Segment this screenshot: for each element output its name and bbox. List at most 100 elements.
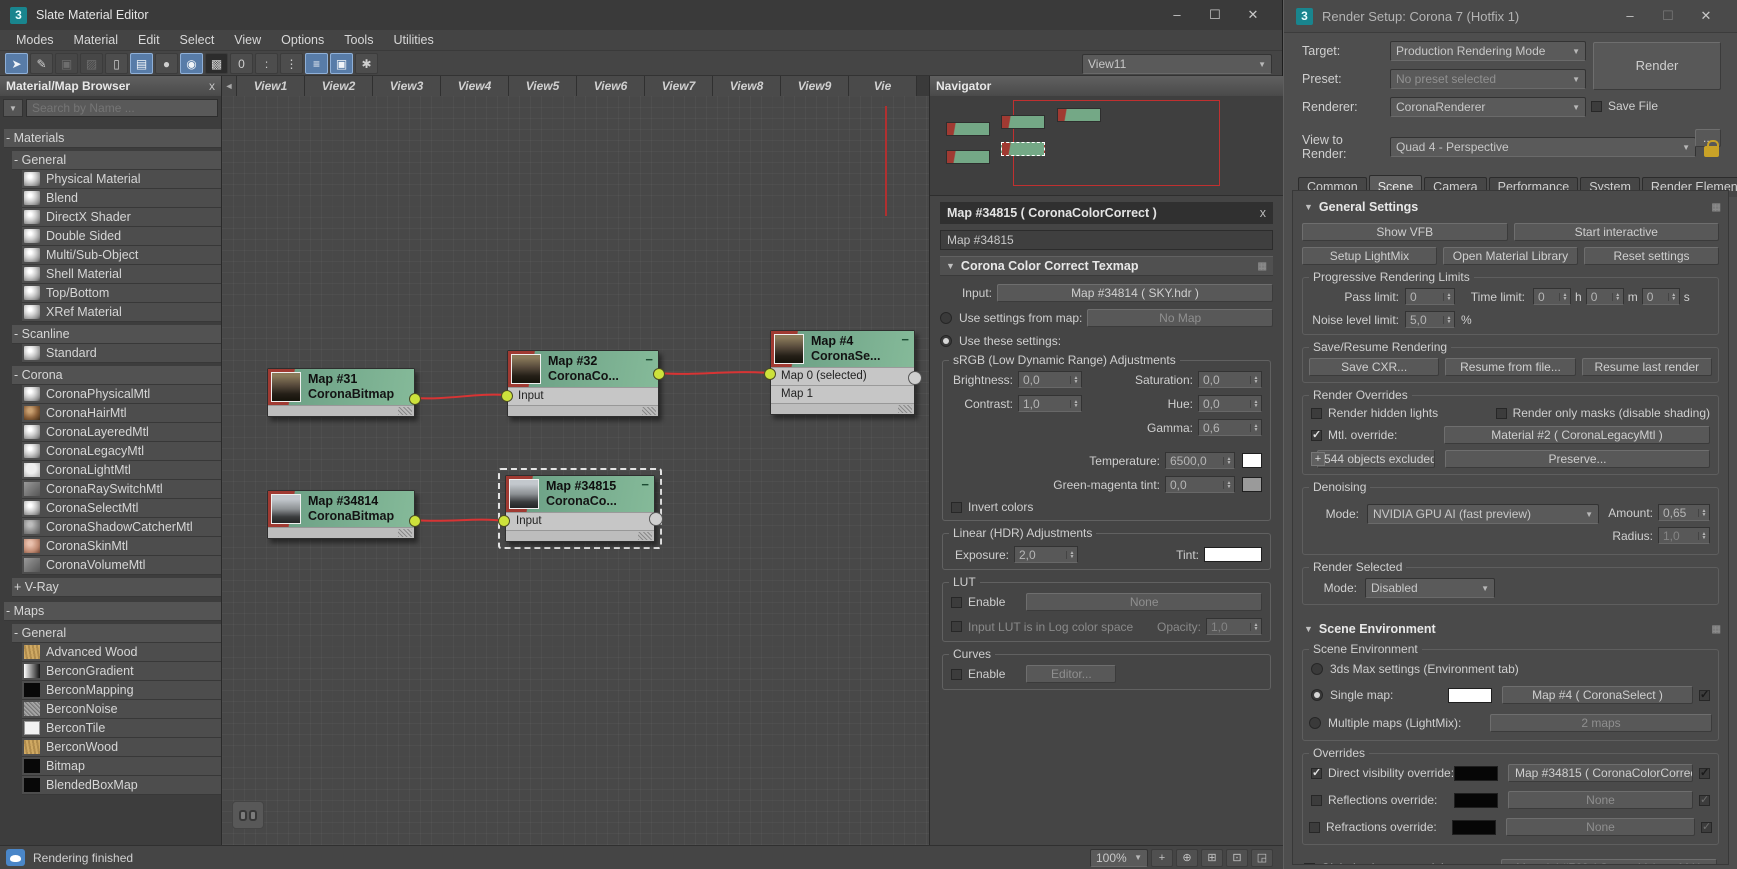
start-interactive-button[interactable]: Start interactive: [1514, 223, 1720, 241]
material-list-icon[interactable]: ≡: [305, 53, 328, 74]
node-map-34814[interactable]: Map #34814 CoronaBitmap: [267, 490, 415, 539]
render-preview-icon[interactable]: ✱: [355, 53, 378, 74]
resume-last-render-button[interactable]: Resume last render: [1582, 358, 1712, 376]
menu-item[interactable]: Edit: [128, 33, 170, 47]
pick-material-icon[interactable]: ✎: [30, 53, 53, 74]
single-map-color-swatch[interactable]: [1448, 688, 1492, 703]
contrast-field[interactable]: 1,0▲▼: [1018, 395, 1082, 412]
slate-titlebar[interactable]: 3 Slate Material Editor – ☐ ✕: [0, 0, 1282, 30]
menu-item[interactable]: Modes: [6, 33, 64, 47]
list-item[interactable]: BerconNoise: [22, 700, 221, 719]
list-item[interactable]: CoronaSkinMtl: [22, 537, 221, 556]
zoom-icon[interactable]: ⊕: [1176, 849, 1198, 867]
list-item[interactable]: BlendedBoxMap: [22, 776, 221, 795]
list-item[interactable]: - Corona: [12, 366, 221, 385]
navigator-header[interactable]: Navigator: [930, 76, 1283, 96]
refractions-override-swatch[interactable]: [1452, 820, 1496, 835]
preserve-button[interactable]: Preserve...: [1445, 450, 1710, 468]
list-item[interactable]: DirectX Shader: [22, 208, 221, 227]
view-tab[interactable]: View7: [645, 76, 713, 96]
maximize-icon[interactable]: ☐: [1196, 3, 1234, 27]
setup-lightmix-button[interactable]: Setup LightMix: [1302, 247, 1437, 265]
list-item[interactable]: - Scanline: [12, 325, 221, 344]
open-material-library-button[interactable]: Open Material Library: [1443, 247, 1578, 265]
render-setup-titlebar[interactable]: 3 Render Setup: Corona 7 (Hotfix 1) – ☐ …: [1284, 0, 1737, 33]
list-item[interactable]: CoronaHairMtl: [22, 404, 221, 423]
node-map-34815[interactable]: Map #34815 CoronaCo... − Input: [505, 475, 655, 542]
view-tab[interactable]: View6: [577, 76, 645, 96]
node-header[interactable]: Map #32 CoronaCo... −: [508, 351, 658, 387]
time-limit-h-field[interactable]: 0▲▼: [1533, 288, 1571, 305]
multiple-maps-radio[interactable]: [1309, 717, 1321, 729]
lock-icon[interactable]: [1704, 146, 1719, 157]
save-file-checkbox[interactable]: [1591, 101, 1602, 112]
curves-editor-button[interactable]: Editor...: [1026, 665, 1116, 683]
navigator-thumb[interactable]: [946, 122, 990, 136]
active-view-selector[interactable]: View11 ▼: [1082, 54, 1272, 74]
menu-item[interactable]: Tools: [334, 33, 383, 47]
navigator-minimap[interactable]: [930, 96, 1283, 195]
zoom-region-icon[interactable]: ⊞: [1201, 849, 1223, 867]
input-socket[interactable]: [498, 515, 510, 527]
list-item[interactable]: Multi/Sub-Object: [22, 246, 221, 265]
refractions-toggle-checkbox[interactable]: [1701, 822, 1712, 833]
output-socket[interactable]: [409, 515, 421, 527]
mtl-override-checkbox[interactable]: [1311, 430, 1322, 441]
zoom-extents-selected-icon[interactable]: ◲: [1251, 849, 1273, 867]
list-item[interactable]: - Materials: [4, 129, 221, 148]
time-limit-m-field[interactable]: 0▲▼: [1586, 288, 1624, 305]
list-item[interactable]: CoronaLayeredMtl: [22, 423, 221, 442]
refractions-override-button[interactable]: None: [1506, 818, 1695, 836]
list-item[interactable]: CoronaShadowCatcherMtl: [22, 518, 221, 537]
list-item[interactable]: BerconTile: [22, 719, 221, 738]
output-socket[interactable]: [409, 393, 421, 405]
tint-color-swatch[interactable]: [1204, 547, 1262, 562]
node-map-4[interactable]: Map #4 CoronaSe... − Map 0 (selected) Ma…: [770, 330, 915, 415]
navigator-thumb[interactable]: [1001, 115, 1045, 129]
multiple-maps-button[interactable]: 2 maps: [1490, 714, 1712, 732]
browser-header[interactable]: Material/Map Browser x: [0, 76, 221, 96]
reset-settings-button[interactable]: Reset settings: [1584, 247, 1719, 265]
lut-enable-checkbox[interactable]: [951, 597, 962, 608]
view-tab[interactable]: View3: [373, 76, 441, 96]
navigator-thumb[interactable]: [946, 150, 990, 164]
node-map-32[interactable]: Map #32 CoronaCo... − Input: [507, 350, 659, 417]
saturation-field[interactable]: 0,0▲▼: [1198, 371, 1262, 388]
pan-hand-icon[interactable]: +: [1151, 849, 1173, 867]
collapse-node-icon[interactable]: −: [645, 352, 653, 367]
list-item[interactable]: - General: [12, 624, 221, 643]
preview-window-icon[interactable]: ▣: [330, 53, 353, 74]
list-item[interactable]: Advanced Wood: [22, 643, 221, 662]
select-arrow-icon[interactable]: ➤: [5, 53, 28, 74]
collapse-node-icon[interactable]: −: [901, 332, 909, 347]
expand-excluded-icon[interactable]: +: [1311, 452, 1325, 466]
clone-icon[interactable]: ▣: [55, 53, 78, 74]
minimize-icon[interactable]: –: [1158, 3, 1196, 27]
input-slot[interactable]: Input: [506, 512, 654, 530]
direct-visibility-checkbox[interactable]: [1311, 768, 1322, 779]
opacity-field[interactable]: 1,0▲▼: [1206, 618, 1262, 635]
view-tab[interactable]: View8: [713, 76, 781, 96]
maximize-icon[interactable]: ☐: [1649, 4, 1687, 28]
drag-grip-icon[interactable]: ▦: [1712, 202, 1721, 213]
menu-item[interactable]: View: [224, 33, 271, 47]
show-child-nodes-icon[interactable]: ▤: [130, 53, 153, 74]
render-selected-mode-dropdown[interactable]: Disabled▼: [1365, 578, 1495, 598]
gamma-field[interactable]: 0,6▲▼: [1198, 419, 1262, 436]
hide-unused-slots-icon[interactable]: :: [255, 53, 278, 74]
map0-slot[interactable]: Map 0 (selected): [771, 367, 914, 385]
sample-slots-icon[interactable]: 0: [230, 53, 253, 74]
list-item[interactable]: CoronaVolumeMtl: [22, 556, 221, 575]
brightness-field[interactable]: 0,0▲▼: [1018, 371, 1082, 388]
show-background-icon[interactable]: ▩: [205, 53, 228, 74]
output-socket[interactable]: [649, 512, 663, 526]
reflections-override-checkbox[interactable]: [1311, 795, 1322, 806]
rollout-corona-color-correct[interactable]: ▼ Corona Color Correct Texmap ▦: [940, 256, 1273, 276]
list-item[interactable]: Top/Bottom: [22, 284, 221, 303]
tab-scroll-left-icon[interactable]: ◄: [222, 76, 237, 96]
list-item[interactable]: CoronaSelectMtl: [22, 499, 221, 518]
list-item[interactable]: + V-Ray: [12, 578, 221, 597]
input-socket[interactable]: [764, 368, 776, 380]
show-vfb-button[interactable]: Show VFB: [1302, 223, 1508, 241]
zoom-extents-icon[interactable]: ⊡: [1226, 849, 1248, 867]
